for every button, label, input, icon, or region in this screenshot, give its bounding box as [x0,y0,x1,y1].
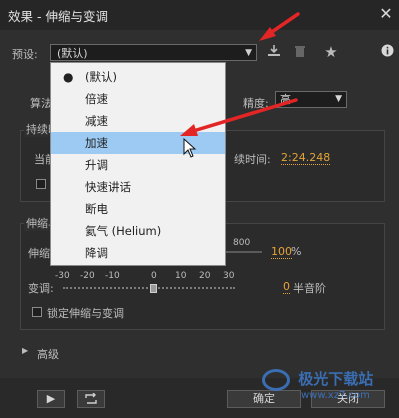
arrow-head-icon [180,124,198,136]
watermark-logo: 极光下载站 [262,368,373,391]
watermark-text: 极光下载站 [298,370,374,388]
watermark-url: www.xz7.com [301,390,370,401]
annotation-arrows [180,12,300,136]
